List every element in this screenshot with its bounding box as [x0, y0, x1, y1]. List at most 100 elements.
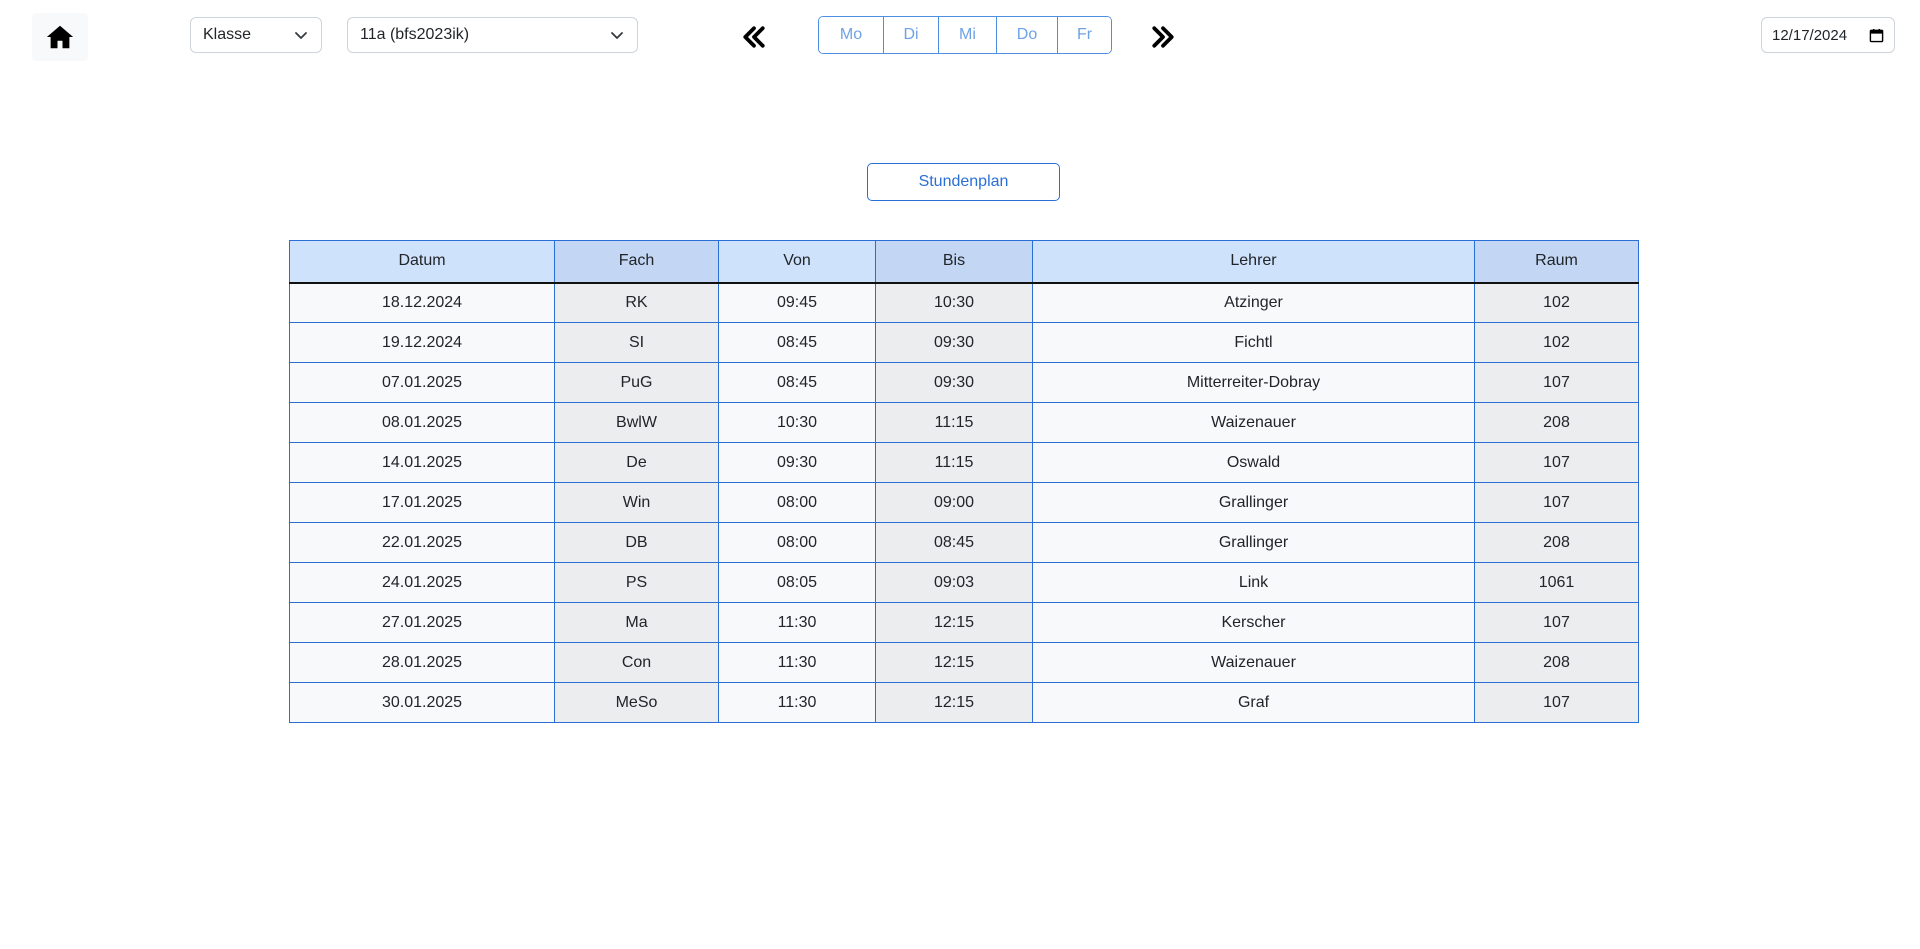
double-chevron-right-icon [1152, 26, 1174, 48]
von-cell: 09:30 [718, 442, 876, 483]
raum-cell: 208 [1474, 522, 1639, 563]
table-row[interactable]: 19.12.2024 SI 08:45 09:30 Fichtl 102 [289, 322, 1639, 363]
fach-cell: PuG [554, 362, 719, 403]
date-input[interactable]: 12/17/2024 [1761, 17, 1895, 53]
weekday-button-group: Mo Di Mi Do Fr [818, 16, 1112, 54]
fach-cell: SI [554, 322, 719, 363]
calendar-icon[interactable] [1869, 28, 1884, 43]
lehrer-cell: Waizenauer [1032, 402, 1475, 443]
previous-week-button[interactable] [736, 19, 772, 55]
raum-cell: 107 [1474, 362, 1639, 403]
datum-cell: 08.01.2025 [289, 402, 555, 443]
datum-cell: 24.01.2025 [289, 562, 555, 603]
class-select-value: 11a (bfs2023ik) [360, 26, 470, 43]
fach-cell: PS [554, 562, 719, 603]
chevron-down-icon [295, 32, 307, 39]
datum-cell: 27.01.2025 [289, 602, 555, 643]
von-cell: 08:45 [718, 362, 876, 403]
class-select[interactable]: 11a (bfs2023ik) [347, 17, 638, 53]
column-header-von[interactable]: Von [718, 240, 876, 284]
von-cell: 10:30 [718, 402, 876, 443]
bis-cell: 10:30 [875, 282, 1033, 323]
lehrer-cell: Waizenauer [1032, 642, 1475, 683]
raum-cell: 208 [1474, 402, 1639, 443]
bis-cell: 09:30 [875, 362, 1033, 403]
column-header-datum[interactable]: Datum [289, 240, 555, 284]
column-header-lehrer[interactable]: Lehrer [1032, 240, 1475, 284]
fach-cell: Con [554, 642, 719, 683]
bis-cell: 08:45 [875, 522, 1033, 563]
column-header-raum[interactable]: Raum [1474, 240, 1639, 284]
bis-cell: 09:30 [875, 322, 1033, 363]
von-cell: 11:30 [718, 682, 876, 723]
fach-cell: Ma [554, 602, 719, 643]
table-row[interactable]: 08.01.2025 BwlW 10:30 11:15 Waizenauer 208 [289, 402, 1639, 443]
table-row[interactable]: 14.01.2025 De 09:30 11:15 Oswald 107 [289, 442, 1639, 483]
bis-cell: 12:15 [875, 602, 1033, 643]
bis-cell: 11:15 [875, 442, 1033, 483]
lehrer-cell: Graf [1032, 682, 1475, 723]
next-week-button[interactable] [1145, 19, 1181, 55]
von-cell: 11:30 [718, 602, 876, 643]
day-button-mi[interactable]: Mi [939, 17, 997, 53]
datum-cell: 17.01.2025 [289, 482, 555, 523]
table-row[interactable]: 28.01.2025 Con 11:30 12:15 Waizenauer 208 [289, 642, 1639, 683]
table-row[interactable]: 22.01.2025 DB 08:00 08:45 Grallinger 208 [289, 522, 1639, 563]
fach-cell: De [554, 442, 719, 483]
von-cell: 08:00 [718, 522, 876, 563]
table-body: 18.12.2024 RK 09:45 10:30 Atzinger 102 19.12.2… [289, 282, 1639, 723]
bis-cell: 09:03 [875, 562, 1033, 603]
table-header-row: Datum Fach Von Bis Lehrer Raum [289, 240, 1639, 284]
type-select-value: Klasse [203, 26, 252, 43]
lehrer-cell: Link [1032, 562, 1475, 603]
column-header-fach[interactable]: Fach [554, 240, 719, 284]
von-cell: 11:30 [718, 642, 876, 683]
datum-cell: 22.01.2025 [289, 522, 555, 563]
datum-cell: 07.01.2025 [289, 362, 555, 403]
table-row[interactable]: 24.01.2025 PS 08:05 09:03 Link 1061 [289, 562, 1639, 603]
fach-cell: DB [554, 522, 719, 563]
bis-cell: 09:00 [875, 482, 1033, 523]
type-select[interactable]: Klasse [190, 17, 322, 53]
raum-cell: 107 [1474, 482, 1639, 523]
fach-cell: RK [554, 282, 719, 323]
column-header-bis[interactable]: Bis [875, 240, 1033, 284]
bis-cell: 12:15 [875, 682, 1033, 723]
table-row[interactable]: 18.12.2024 RK 09:45 10:30 Atzinger 102 [289, 282, 1639, 323]
home-button[interactable] [32, 13, 88, 61]
raum-cell: 102 [1474, 322, 1639, 363]
lehrer-cell: Fichtl [1032, 322, 1475, 363]
date-input-value: 12/17/2024 [1772, 26, 1848, 44]
lehrer-cell: Mitterreiter-Dobray [1032, 362, 1475, 403]
raum-cell: 1061 [1474, 562, 1639, 603]
datum-cell: 14.01.2025 [289, 442, 555, 483]
datum-cell: 30.01.2025 [289, 682, 555, 723]
day-button-mo[interactable]: Mo [819, 17, 884, 53]
lehrer-cell: Grallinger [1032, 482, 1475, 523]
stundenplan-button[interactable]: Stundenplan [867, 163, 1060, 201]
von-cell: 08:00 [718, 482, 876, 523]
table-row[interactable]: 07.01.2025 PuG 08:45 09:30 Mitterreiter-Dobr… [289, 362, 1639, 403]
double-chevron-left-icon [743, 26, 765, 48]
raum-cell: 107 [1474, 602, 1639, 643]
raum-cell: 208 [1474, 642, 1639, 683]
lehrer-cell: Atzinger [1032, 282, 1475, 323]
raum-cell: 107 [1474, 442, 1639, 483]
von-cell: 08:45 [718, 322, 876, 363]
fach-cell: MeSo [554, 682, 719, 723]
datum-cell: 19.12.2024 [289, 322, 555, 363]
day-button-do[interactable]: Do [997, 17, 1058, 53]
bis-cell: 11:15 [875, 402, 1033, 443]
von-cell: 09:45 [718, 282, 876, 323]
von-cell: 08:05 [718, 562, 876, 603]
day-button-fr[interactable]: Fr [1058, 17, 1111, 53]
table-row[interactable]: 27.01.2025 Ma 11:30 12:15 Kerscher 107 [289, 602, 1639, 643]
day-button-di[interactable]: Di [884, 17, 939, 53]
schedule-table: Datum Fach Von Bis Lehrer Raum 18.12.202… [289, 240, 1639, 723]
home-icon [46, 25, 74, 49]
raum-cell: 102 [1474, 282, 1639, 323]
top-toolbar: Klasse 11a (bfs2023ik) Mo Di Mi Do Fr 12… [0, 0, 1920, 72]
table-row[interactable]: 30.01.2025 MeSo 11:30 12:15 Graf 107 [289, 682, 1639, 723]
datum-cell: 18.12.2024 [289, 282, 555, 323]
table-row[interactable]: 17.01.2025 Win 08:00 09:00 Grallinger 107 [289, 482, 1639, 523]
